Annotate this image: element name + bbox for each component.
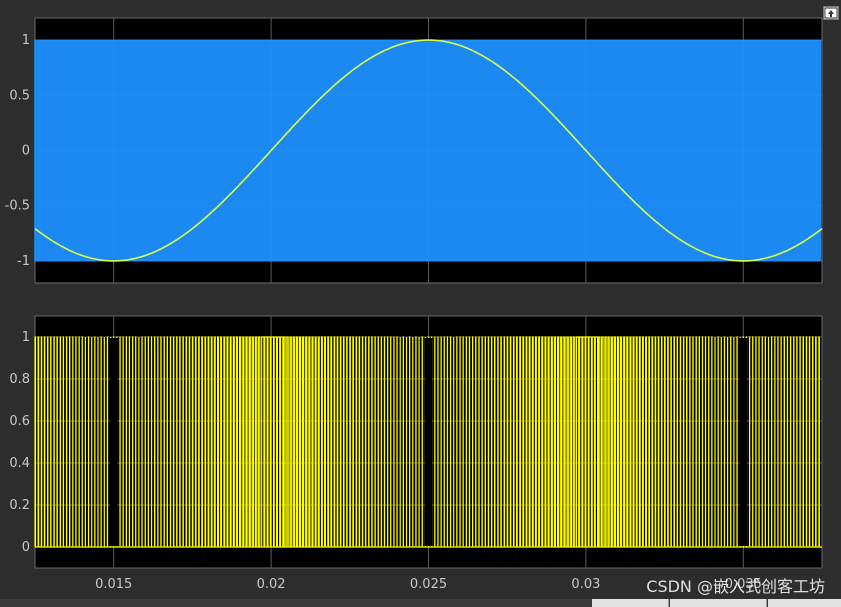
y-tick-label: 0.2 [9,498,30,513]
y-tick-label: -0.5 [5,199,30,214]
carrier-series [34,40,822,261]
x-tick-label: 0.015 [95,577,132,592]
y-tick-label: 1 [22,33,30,48]
y-tick-label: 0.4 [9,456,30,471]
y-tick-label: -1 [17,254,30,269]
restore-icon[interactable] [823,6,839,20]
status-strip [0,599,841,607]
pwm-gap [424,338,433,546]
x-tick-label: 0.02 [257,577,286,592]
pwm-gap [109,338,118,546]
y-tick-label: 0.8 [9,372,30,387]
pwm-gap [739,338,748,546]
x-tick-label: 0.03 [571,577,600,592]
status-segment [768,599,841,607]
scope-figure: 1 0.5 0 -0.5 -1 1 0.8 0.6 0.4 0.2 0 0.015 0.02 0.025… [5,17,823,592]
x-tick-label: 0.025 [410,577,447,592]
watermark: CSDN @嵌入式创客工坊 [646,577,825,596]
y-tick-label: 0 [22,540,30,555]
top-axes: 1 0.5 0 -0.5 -1 [5,17,823,284]
bottom-axes: 10.80.60.40.200.015 0.02 0.025 0.03 0.035 [9,315,823,592]
y-tick-label: 0.5 [9,88,30,103]
y-tick-label: 0 [22,144,30,159]
y-tick-label: 0.6 [9,414,30,429]
status-segment [592,599,669,607]
status-segment [670,599,767,607]
y-tick-label: 1 [22,330,30,345]
